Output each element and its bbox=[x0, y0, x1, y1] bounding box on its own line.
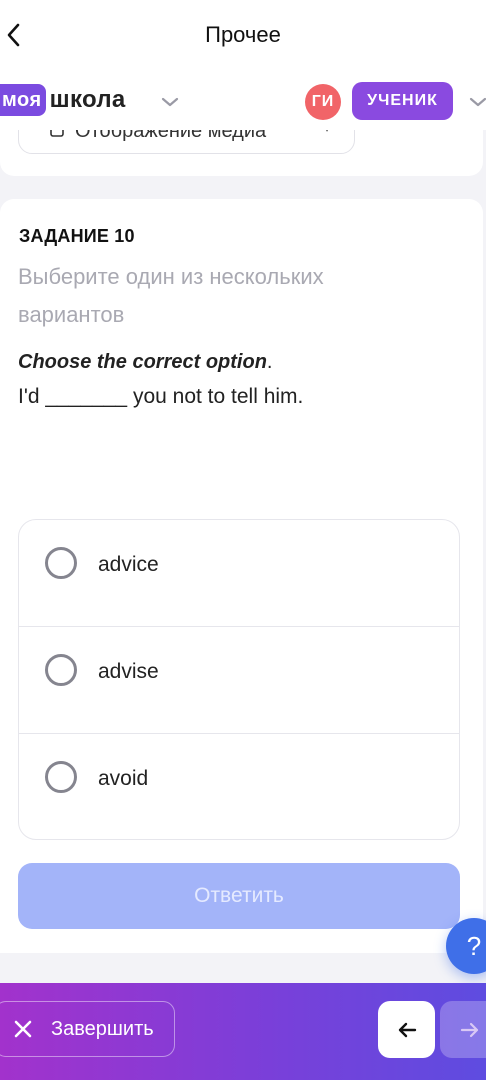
question-prompt: Choose the correct option. bbox=[18, 351, 272, 374]
radio-button[interactable] bbox=[45, 654, 77, 686]
task-label: ЗАДАНИЕ 10 bbox=[19, 226, 135, 246]
option-advice[interactable]: advice bbox=[19, 520, 459, 627]
close-icon bbox=[14, 1020, 32, 1038]
option-label: avoid bbox=[98, 767, 149, 790]
role-chevron-down-icon[interactable] bbox=[466, 90, 486, 114]
role-badge[interactable]: УЧЕНИК bbox=[352, 82, 453, 120]
dropdown-icon: ▾ bbox=[324, 130, 330, 135]
arrow-left-icon bbox=[398, 1022, 416, 1037]
answer-options: advice advise avoid bbox=[18, 519, 460, 840]
logo-shkola: школа bbox=[49, 86, 126, 113]
answer-button[interactable]: Ответить bbox=[18, 863, 460, 929]
previous-task-button[interactable] bbox=[378, 1001, 435, 1058]
media-select-label: Отображение медиа bbox=[75, 130, 267, 142]
page-title: Прочее bbox=[205, 22, 281, 47]
radio-button[interactable] bbox=[45, 761, 77, 793]
previous-task-card: Отображение медиа ▾ bbox=[0, 130, 483, 176]
task-card: ЗАДАНИЕ 10 Выберите один из нескольких в… bbox=[0, 199, 483, 953]
school-logo[interactable]: моя школа bbox=[0, 84, 126, 116]
avatar[interactable]: ГИ bbox=[305, 84, 341, 120]
arrow-right-icon bbox=[460, 1022, 479, 1037]
finish-label: Завершить bbox=[51, 1017, 154, 1040]
question-prompt-punct: . bbox=[266, 351, 273, 373]
option-advise[interactable]: advise bbox=[19, 627, 459, 734]
school-chevron-down-icon[interactable] bbox=[158, 90, 182, 114]
question-text: I'd _______ you not to tell him. bbox=[18, 385, 304, 408]
top-bar: Прочее bbox=[0, 0, 486, 70]
next-task-button[interactable] bbox=[440, 1001, 486, 1058]
bottom-bar: Завершить bbox=[0, 983, 486, 1080]
question-prompt-text: Choose the correct option bbox=[18, 351, 267, 373]
option-label: advice bbox=[98, 553, 159, 576]
media-display-select[interactable]: Отображение медиа ▾ bbox=[18, 130, 355, 154]
radio-button[interactable] bbox=[45, 547, 77, 579]
option-avoid[interactable]: avoid bbox=[19, 734, 459, 839]
media-icon bbox=[50, 130, 64, 137]
option-label: advise bbox=[98, 660, 159, 683]
logo-moya: моя bbox=[0, 84, 46, 116]
task-instruction: Выберите один из нескольких вариантов bbox=[18, 264, 324, 327]
finish-button[interactable]: Завершить bbox=[0, 1001, 175, 1057]
